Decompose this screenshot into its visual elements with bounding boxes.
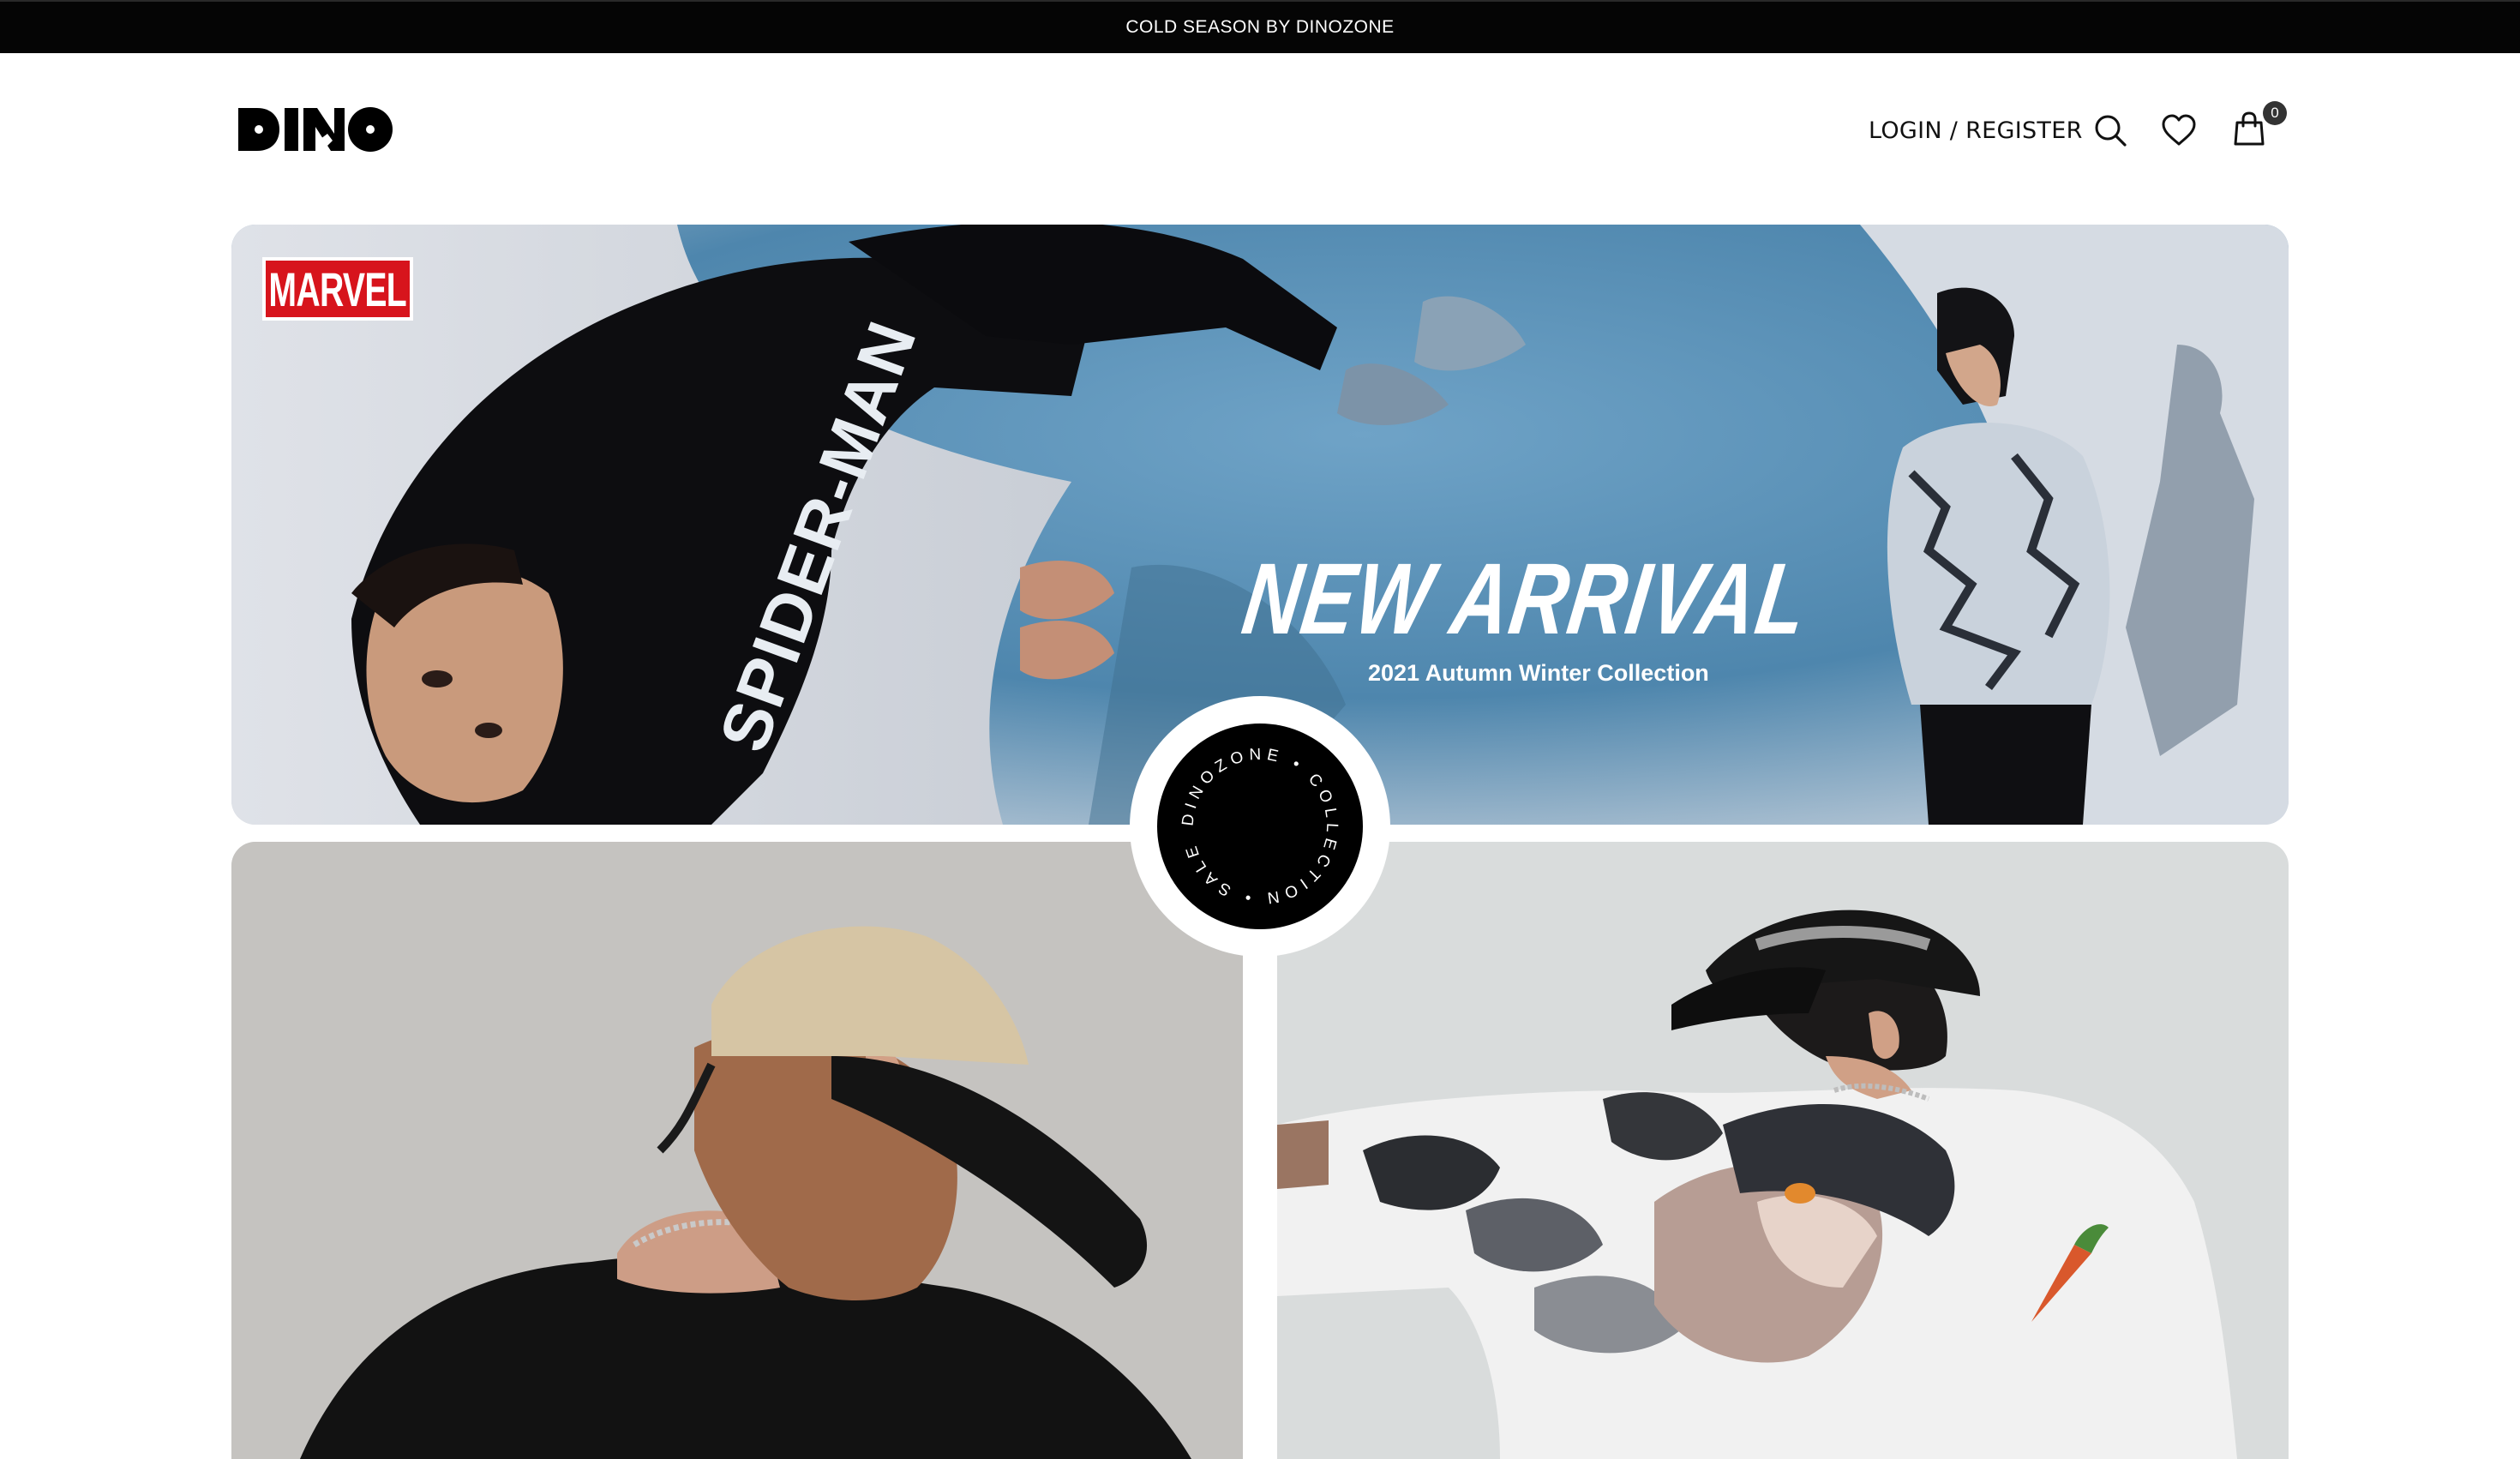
collection-card-right[interactable] — [1277, 842, 2289, 1459]
announcement-bar: COLD SEASON BY DINOZONE — [0, 0, 2520, 53]
circular-text-badge: DINOZONE • COLLECTION • SALE • — [1155, 722, 1363, 929]
hero-subtitle: 2021 Autumn Winter Collection — [1368, 660, 1709, 686]
collection-card-left[interactable] — [231, 842, 1243, 1459]
search-icon — [2095, 115, 2127, 147]
hero-title: NEW ARRIVAL — [1236, 543, 1815, 656]
heart-icon — [2162, 114, 2196, 146]
marvel-logo-text: MARVEL — [268, 261, 407, 316]
search-button[interactable] — [2090, 110, 2131, 151]
site-header: LOGIN / REGISTER 0 — [0, 53, 2520, 225]
collection-sale-badge[interactable]: DINOZONE • COLLECTION • SALE • — [1130, 696, 1390, 957]
shopping-bag-icon — [2234, 111, 2265, 146]
wishlist-button[interactable] — [2158, 110, 2199, 151]
announcement-text: COLD SEASON BY DINOZONE — [1125, 17, 1395, 37]
login-register-link[interactable]: LOGIN / REGISTER — [1869, 113, 2083, 147]
graphic-tee-model-image — [1277, 842, 2289, 1459]
cart-count-badge: 0 — [2263, 101, 2287, 125]
cap-model-image — [231, 842, 1243, 1459]
dino-logo[interactable] — [238, 105, 394, 154]
marvel-logo: MARVEL — [262, 257, 413, 321]
